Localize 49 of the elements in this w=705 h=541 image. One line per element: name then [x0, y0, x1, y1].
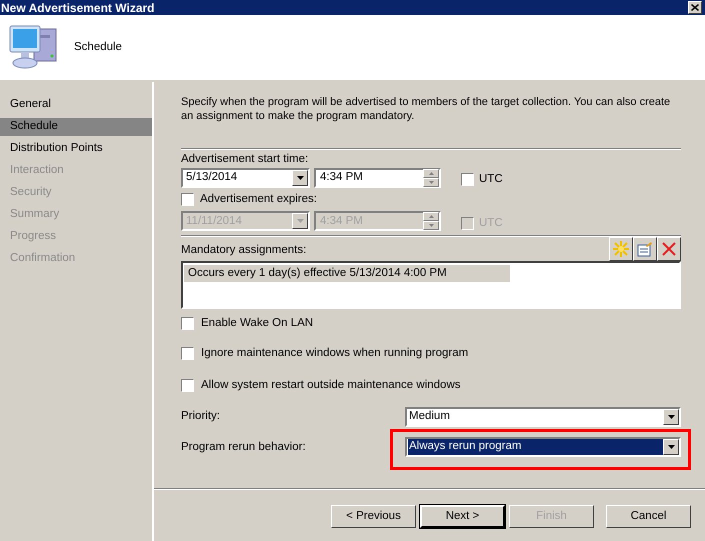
dropdown-button[interactable] [663, 408, 679, 424]
rerun-dropdown[interactable]: Always rerun program [405, 436, 681, 456]
spin-down-button[interactable] [423, 221, 439, 230]
dropdown-button[interactable] [292, 170, 308, 186]
checkbox[interactable] [181, 347, 194, 360]
checkbox[interactable] [181, 379, 194, 392]
start-time-label: Advertisement start time: [181, 152, 310, 166]
page-title: Schedule [74, 40, 122, 55]
properties-button[interactable] [633, 236, 657, 261]
checkbox[interactable] [181, 316, 194, 330]
option-label: Allow system restart outside maintenance windows [201, 378, 461, 394]
option-label: Ignore maintenance windows when running program [201, 346, 468, 361]
new-button[interactable] [609, 236, 633, 261]
rerun-label: Program rerun behavior: [181, 440, 306, 454]
assignment-item[interactable]: Occurs every 1 day(s) effective 5/13/2014 4:00 PM [184, 264, 510, 282]
close-icon [691, 4, 699, 11]
caret-icon [296, 176, 304, 180]
spin-up-button[interactable] [423, 212, 439, 222]
expires-label: Advertisement expires: [200, 192, 317, 208]
delete-button[interactable] [657, 236, 681, 261]
description-text: Specify when the program will be advertised to members of the target collection. You can also create an assignment to make the program mandatory. [181, 95, 672, 123]
time-field[interactable]: 4:34 PM [314, 168, 441, 188]
caret-icon [296, 219, 304, 224]
priority-dropdown[interactable]: Medium [405, 406, 681, 426]
nav-item[interactable]: Distribution Points [0, 140, 152, 158]
up-arrow-icon [428, 215, 434, 218]
wizard-button[interactable]: Next > [420, 505, 505, 528]
option-label: Enable Wake On LAN [201, 316, 314, 331]
up-arrow-icon [428, 172, 434, 175]
caret-icon [668, 444, 674, 448]
down-arrow-icon [428, 224, 434, 228]
spin-up-button[interactable] [423, 168, 439, 178]
nav-item[interactable]: Schedule [0, 118, 152, 136]
down-arrow-icon [428, 180, 434, 184]
priority-label: Priority: [181, 408, 220, 424]
wizard-button[interactable]: < Previous [331, 505, 416, 528]
delete-icon [661, 240, 677, 257]
nav-item[interactable]: General [0, 96, 152, 114]
date-field[interactable]: 5/13/2014 [181, 168, 310, 188]
close-button[interactable] [688, 1, 702, 14]
mandatory-label: Mandatory assignments: [181, 242, 306, 258]
utc-label: UTC [479, 172, 503, 187]
wizard-button[interactable]: Cancel [606, 505, 691, 528]
dropdown-button[interactable] [663, 438, 679, 454]
caret-icon [668, 414, 674, 418]
properties-icon [637, 240, 653, 257]
window-title: New Advertisement Wizard [0, 2, 154, 14]
checkbox[interactable] [461, 173, 474, 186]
sparkle-icon [612, 240, 630, 258]
